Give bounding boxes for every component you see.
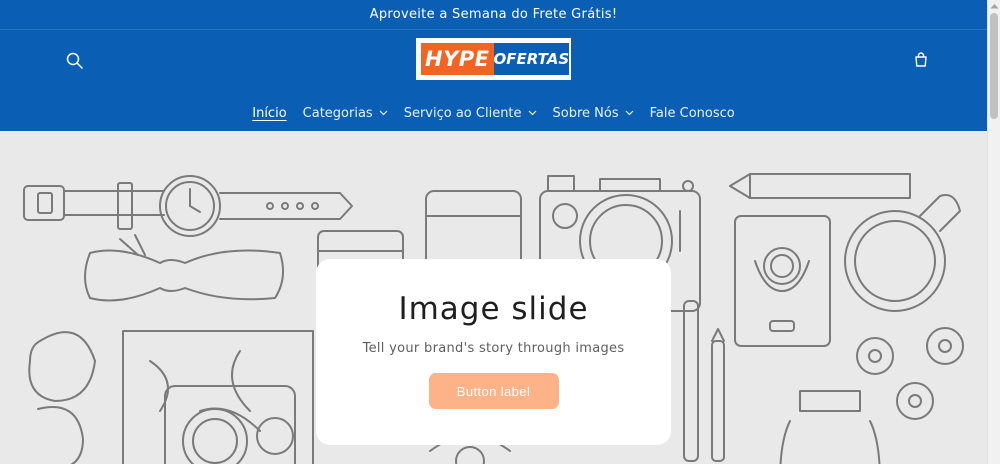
nav-item-fale-conosco[interactable]: Fale Conosco (642, 106, 743, 121)
search-button[interactable] (64, 50, 86, 72)
slide-title: Image slide (398, 291, 589, 327)
nav-item-categorias[interactable]: Categorias (295, 106, 396, 121)
scroll-up-arrow-icon[interactable] (990, 3, 999, 9)
nav-item-sobre-nos[interactable]: Sobre Nós (545, 106, 642, 121)
hero-slideshow: Image slide Tell your brand's story thro… (0, 131, 987, 464)
nav-item-label: Fale Conosco (649, 105, 735, 121)
nav-item-label: Categorias (302, 105, 373, 121)
page-scrollbar[interactable] (987, 0, 1000, 464)
search-icon (66, 52, 83, 69)
main-nav: Início Categorias Serviço ao Cliente Sob… (0, 101, 987, 125)
cart-icon (915, 52, 927, 67)
logo-part-ofertas: OFERTAS (493, 43, 570, 75)
nav-item-label: Início (252, 105, 287, 121)
slide-cta-button[interactable]: Button label (428, 373, 559, 409)
slide-content-card: Image slide Tell your brand's story thro… (316, 259, 671, 445)
site-header: HYPE OFERTAS Início Categorias Serviço a… (0, 30, 987, 131)
announcement-text: Aproveite a Semana do Frete Grátis! (369, 7, 618, 22)
nav-item-inicio[interactable]: Início (244, 106, 294, 121)
chevron-down-icon (528, 110, 536, 116)
site-logo[interactable]: HYPE OFERTAS (416, 38, 571, 80)
nav-item-servico-ao-cliente[interactable]: Serviço ao Cliente (396, 106, 545, 121)
scrollbar-thumb[interactable] (990, 13, 998, 119)
slide-subtitle: Tell your brand's story through images (362, 341, 625, 356)
nav-item-label: Serviço ao Cliente (403, 105, 522, 121)
chevron-down-icon (625, 110, 634, 116)
chevron-down-icon (379, 110, 388, 116)
logo-part-hype: HYPE (421, 43, 494, 75)
cart-button[interactable] (910, 49, 932, 71)
announcement-bar: Aproveite a Semana do Frete Grátis! (0, 0, 987, 30)
nav-item-label: Sobre Nós (552, 105, 619, 121)
